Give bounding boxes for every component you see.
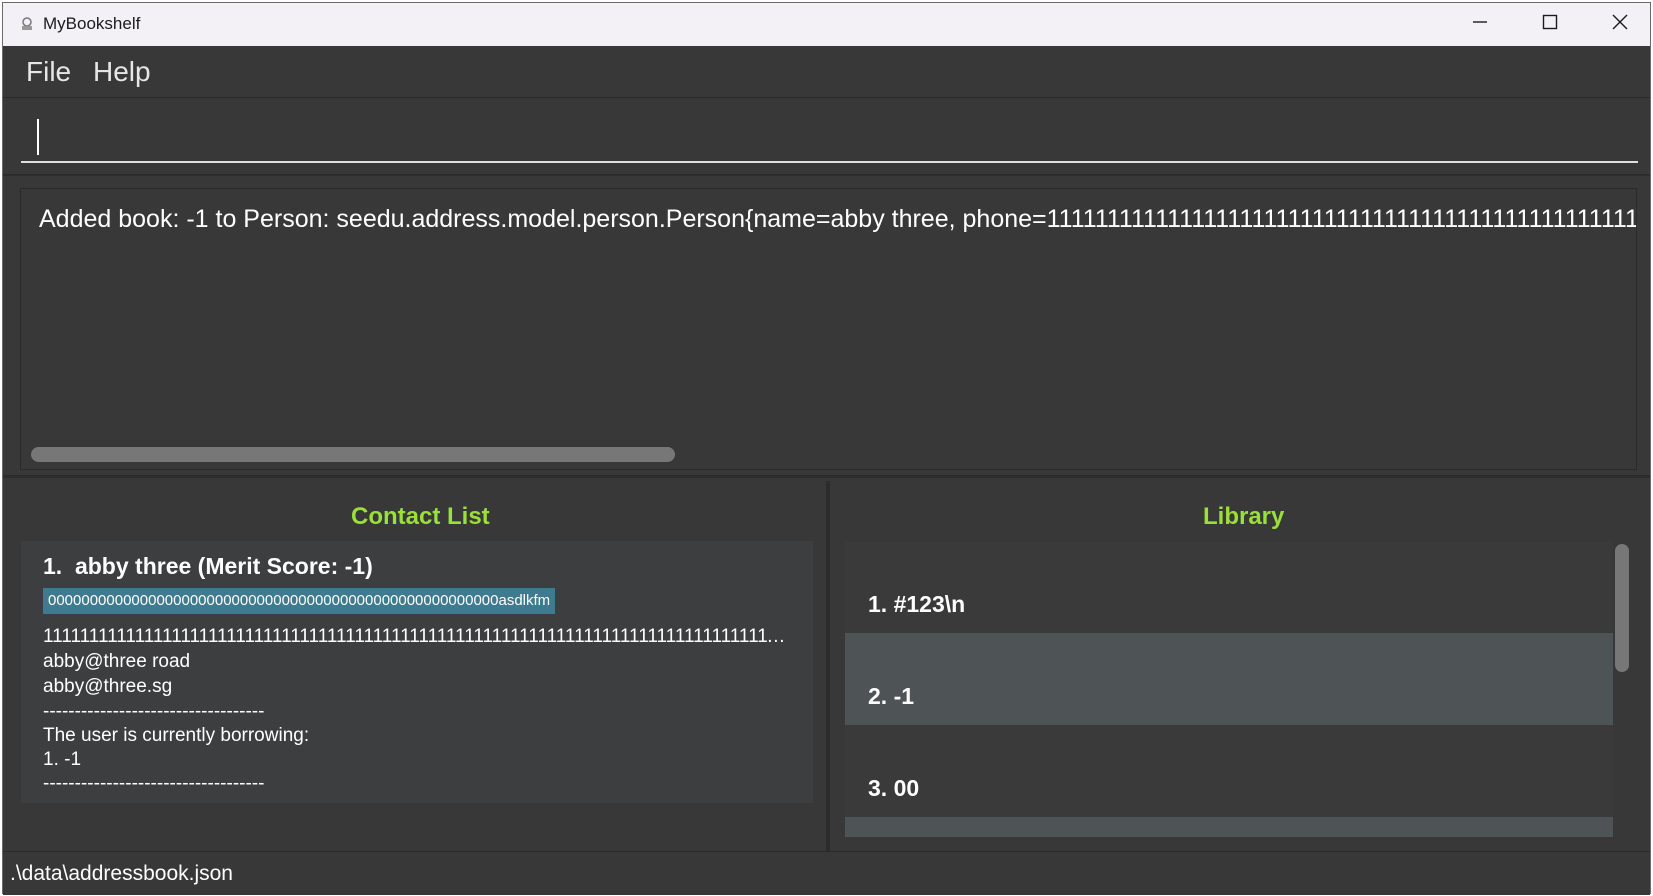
minimize-icon (1472, 14, 1488, 35)
separator-line: ----------------------------------- (43, 701, 265, 722)
library-item[interactable]: 2. -1 (845, 633, 1613, 725)
main-panels: Contact List Library 1. abby three (Meri… (3, 481, 1650, 851)
close-button[interactable] (1585, 3, 1653, 46)
contact-list-title: Contact List (351, 503, 490, 530)
library-item-label: 1. #123\n (868, 591, 966, 617)
library-item[interactable]: 1. #123\n (845, 541, 1613, 633)
app-icon (19, 16, 35, 32)
maximize-icon (1542, 14, 1558, 35)
menu-help[interactable]: Help (93, 56, 151, 88)
vertical-scrollbar[interactable] (1615, 544, 1629, 672)
menu-bar: File Help (3, 46, 1650, 98)
contact-name-text: abby three (Merit Score: -1) (74, 553, 373, 579)
library-item[interactable]: 3. 00 (845, 725, 1613, 817)
separator-line: ----------------------------------- (43, 773, 265, 794)
command-box (3, 99, 1650, 176)
menu-file[interactable]: File (26, 56, 71, 88)
library-item-label: 3. 00 (868, 775, 920, 801)
result-message: Added book: -1 to Person: seedu.address.… (39, 205, 1637, 233)
app-window: MyBookshelf File Help Added book: -1 to … (2, 2, 1651, 895)
borrowing-header: The user is currently borrowing: (43, 725, 310, 746)
borrowed-book: 1. -1 (43, 749, 82, 770)
maximize-button[interactable] (1515, 3, 1585, 46)
library-list[interactable]: 1. #123\n 2. -1 3. 00 (845, 541, 1613, 837)
contact-phone: 1111111111111111111111111111111111111111… (43, 626, 793, 647)
library-item[interactable] (845, 817, 1613, 837)
window-title: MyBookshelf (43, 14, 141, 33)
status-bar: .\data\addressbook.json (3, 851, 1650, 895)
title-bar[interactable]: MyBookshelf (3, 3, 1650, 46)
contact-list[interactable]: 1. abby three (Merit Score: -1) 00000000… (21, 541, 813, 803)
result-display-area: Added book: -1 to Person: seedu.address.… (3, 178, 1650, 478)
result-display[interactable]: Added book: -1 to Person: seedu.address.… (20, 188, 1637, 470)
close-icon (1612, 14, 1628, 35)
horizontal-scrollbar[interactable] (31, 447, 675, 462)
contact-name: 1. abby three (Merit Score: -1) (43, 553, 373, 580)
minimize-button[interactable] (1445, 3, 1515, 46)
contact-tag: 0000000000000000000000000000000000000000… (43, 588, 556, 614)
command-input[interactable] (21, 111, 1638, 163)
library-item-label: 2. -1 (868, 683, 915, 709)
list-item[interactable]: 1. abby three (Merit Score: -1) 00000000… (21, 541, 813, 803)
library-title: Library (1203, 503, 1285, 530)
contact-email: abby@three.sg (43, 676, 173, 697)
save-location: .\data\addressbook.json (10, 862, 233, 885)
panel-divider[interactable] (826, 481, 830, 851)
contact-index: 1. (43, 553, 63, 579)
contact-address: abby@three road (43, 651, 191, 672)
text-caret (37, 119, 39, 155)
